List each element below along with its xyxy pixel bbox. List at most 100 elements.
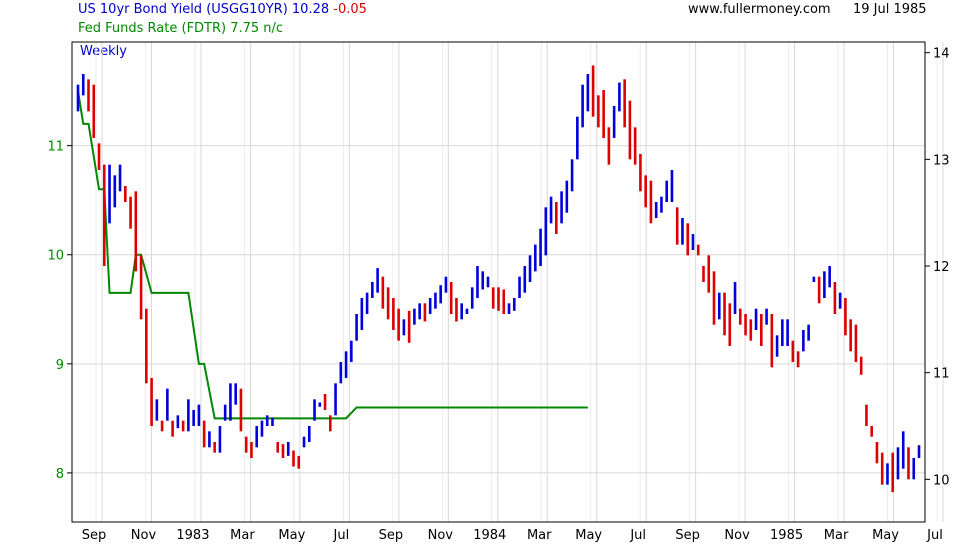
yield-bar [576, 116, 579, 160]
yield-bar [507, 303, 511, 314]
yield-bar [271, 417, 274, 426]
yield-bar [139, 255, 143, 320]
yield-bar [360, 298, 364, 330]
plot-frame [71, 41, 926, 523]
yield-bar [623, 79, 626, 128]
yield-bar [134, 191, 138, 272]
yield-bar [244, 436, 248, 453]
yield-bar [555, 202, 558, 234]
yield-bar [717, 292, 721, 320]
yield-bar [602, 90, 605, 138]
yield-bar [339, 362, 343, 384]
yield-bar [286, 442, 290, 456]
yield-bar [849, 319, 852, 352]
yield-bar [907, 447, 910, 480]
yield-bar [696, 244, 700, 256]
yield-bar [639, 154, 642, 192]
yield-bar [334, 383, 337, 416]
yield-bar [171, 420, 174, 437]
x-axis: Sep Nov 1983 Mar May Jul Sep Nov 1984 Mar May Jul Se… [82, 528, 943, 543]
yield-bar [712, 271, 716, 325]
yield-bar [439, 285, 442, 304]
yield-bar [150, 378, 153, 426]
yield-bar [654, 202, 658, 218]
left-tick-label: 10 [47, 249, 64, 264]
yield-bar [365, 292, 369, 314]
yield-bar [444, 276, 448, 293]
yield-bar [781, 319, 784, 346]
yield-bar [901, 431, 905, 469]
yield-bar [665, 180, 668, 202]
yield-bar [197, 404, 201, 426]
yield-bar [823, 271, 826, 298]
x-tick-label: 1985 [770, 528, 803, 543]
yield-bar [586, 74, 590, 112]
yield-bar [770, 314, 774, 368]
yield-bar [896, 447, 900, 480]
yield-bar [218, 426, 222, 453]
right-tick-label: 13 [933, 153, 950, 168]
yield-bar [539, 228, 542, 266]
yield-bar [187, 399, 190, 432]
yield-bar [560, 191, 563, 224]
yield-bar [255, 426, 259, 448]
yield-bar [812, 276, 816, 282]
yield-bar [481, 271, 485, 290]
yield-bar [81, 74, 85, 96]
yield-bar [917, 445, 921, 458]
x-tick-label: May [872, 528, 899, 543]
yield-bar [854, 324, 858, 362]
yield-bar [891, 452, 895, 493]
yield-bar [260, 420, 264, 437]
yield-bar [802, 330, 805, 352]
yield-bar [297, 455, 301, 469]
yield-bar [565, 180, 569, 213]
yield-bar [581, 84, 584, 128]
yield-bar [817, 276, 821, 304]
yield-bar [702, 266, 705, 282]
yield-bar [733, 282, 737, 314]
x-tick-label: Sep [675, 528, 700, 543]
yield-bar [865, 404, 868, 426]
yield-bar [344, 351, 348, 378]
yield-bar [486, 276, 490, 288]
x-tick-label: Nov [131, 528, 157, 543]
yield-bar [518, 276, 521, 298]
yield-bar [350, 340, 353, 362]
yield-bar [649, 180, 653, 224]
yield-bar [402, 319, 406, 336]
yield-bar [476, 266, 479, 298]
yield-bar [838, 292, 842, 309]
yield-bar [407, 310, 411, 343]
x-tick-label: Mar [527, 528, 552, 543]
yield-bar [612, 106, 616, 138]
yield-bar [181, 420, 185, 432]
x-tick-label: Nov [724, 528, 750, 543]
yield-bar [234, 383, 237, 405]
chart-canvas: 891011 1011121314 Sep Nov 1983 Mar May Jul Sep… [47, 41, 950, 543]
yield-bar [323, 394, 327, 410]
bond-yield-series [76, 65, 921, 493]
right-tick-label: 12 [933, 260, 950, 275]
yield-bar [880, 452, 884, 485]
yield-bar [660, 196, 663, 213]
x-tick-label: Jul [629, 528, 646, 543]
yield-bar [754, 308, 758, 330]
yield-bar [533, 244, 537, 272]
yield-bar [386, 287, 390, 320]
x-tick-label: Sep [82, 528, 107, 543]
x-tick-label: May [575, 528, 602, 543]
yield-bar [760, 314, 763, 346]
yield-bar [528, 255, 532, 282]
yield-bar [355, 314, 358, 341]
yield-bar [381, 276, 385, 309]
yield-bar [392, 298, 395, 330]
yield-bar [681, 218, 684, 245]
x-tick-label: Jul [926, 528, 943, 543]
yield-bar [765, 308, 768, 325]
yield-bar [728, 303, 732, 346]
yield-bar [155, 399, 159, 421]
yield-bar [229, 383, 232, 421]
yield-bar [738, 308, 742, 325]
yield-bar [102, 164, 106, 266]
